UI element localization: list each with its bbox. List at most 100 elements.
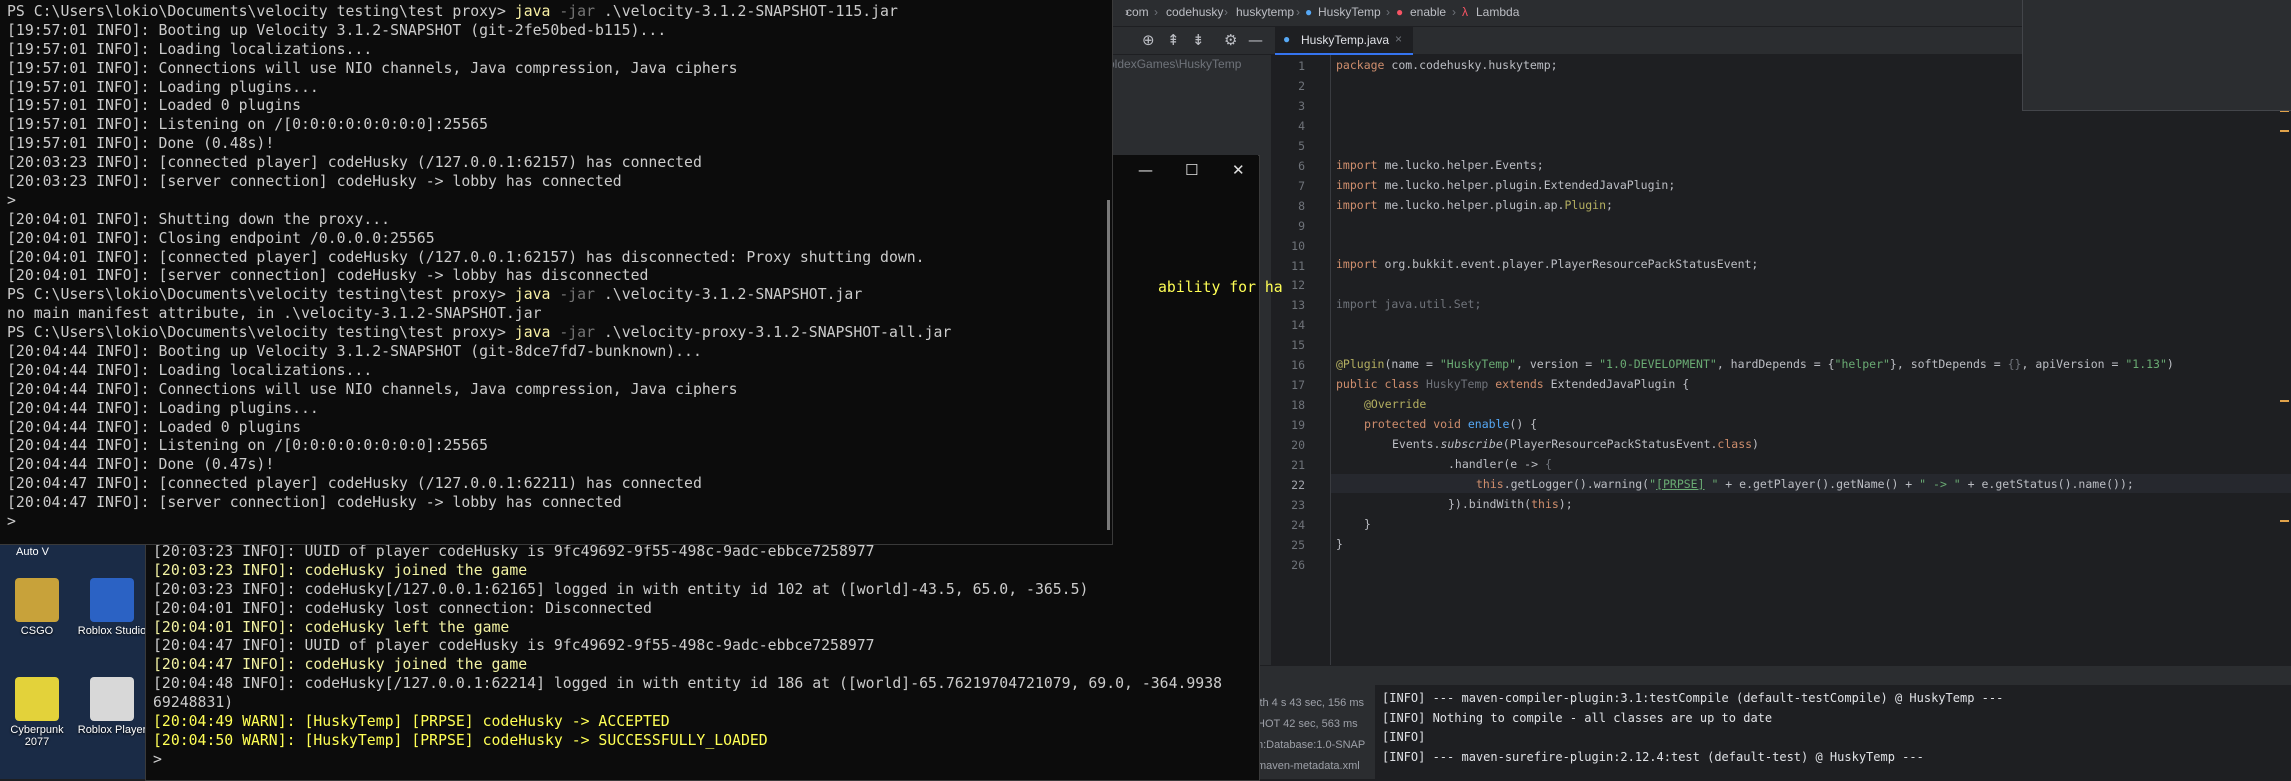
console-line: [20:04:44 INFO]: Loading localizations..… (7, 361, 373, 379)
desktop-icon-roblox-studio[interactable]: Roblox Studio (77, 578, 147, 637)
build-tree-item[interactable]: maven-metadata.xml (1257, 760, 1360, 772)
console-command-line: PS C:\Users\lokio\Documents\velocity tes… (7, 286, 863, 304)
console-line: [20:04:47 INFO]: UUID of player codeHusk… (153, 637, 875, 655)
line-number: 2 (1298, 78, 1305, 93)
code-line-1: package com.codehusky.huskytemp; (1336, 58, 1558, 72)
expand-icon[interactable]: ⇟ (1192, 31, 1205, 49)
console-line: [20:04:44 INFO]: Loaded 0 plugins (7, 418, 301, 436)
java-class-icon: ● (1283, 32, 1291, 46)
desktop-icon-roblox-player[interactable]: Roblox Player (77, 677, 147, 736)
code-line-7: import me.lucko.helper.plugin.ExtendedJa… (1336, 178, 1676, 192)
console-line: [19:57:01 INFO]: Listening on /[0:0:0:0:… (7, 116, 489, 134)
close-icon[interactable]: × (1395, 32, 1402, 46)
class-icon: ● (1305, 5, 1313, 19)
breadcrumb-item-method[interactable]: enable (1410, 5, 1446, 19)
collapse-icon[interactable]: ⇞ (1167, 31, 1180, 49)
breadcrumb-item-com[interactable]: com (1126, 5, 1149, 19)
gear-icon[interactable]: ⚙ (1224, 31, 1237, 49)
console-line: [20:04:44 INFO]: Loading plugins... (7, 399, 319, 417)
console-line: [20:04:47 INFO]: [server connection] cod… (7, 494, 622, 512)
build-tree: ith 4 s 43 sec, 156 ms HOT 42 sec, 563 m… (1255, 685, 1375, 779)
code-line-20: Events.subscribe(PlayerResourcePackStatu… (1392, 437, 1759, 451)
console-command-line: PS C:\Users\lokio\Documents\velocity tes… (7, 324, 952, 342)
ide-popup-panel (2022, 0, 2291, 111)
close-button[interactable]: ✕ (1232, 161, 1245, 179)
console-line: [20:04:01 INFO]: codeHusky lost connecti… (153, 599, 652, 617)
tab-label: HuskyTemp.java (1301, 33, 1390, 47)
desktop-icon-csgo[interactable]: CSGO (2, 578, 72, 637)
console-line: [20:04:01 INFO]: Shutting down the proxy… (7, 210, 391, 228)
target-icon[interactable]: ⊕ (1142, 31, 1155, 49)
line-number: 23 (1291, 497, 1305, 512)
code-line-23: }).bindWith(this); (1448, 497, 1573, 511)
line-number: 15 (1291, 338, 1305, 353)
console-command-line: PS C:\Users\lokio\Documents\velocity tes… (7, 3, 898, 20)
console-warn-line: [20:04:50 WARN]: [HuskyTemp] [PRPSE] cod… (153, 731, 768, 749)
line-number: 22 (1291, 477, 1305, 492)
code-line-11: import org.bukkit.event.player.PlayerRes… (1336, 257, 1759, 271)
line-number: 14 (1291, 318, 1305, 333)
code-line-19: protected void enable() { (1364, 417, 1538, 431)
line-number: 1 (1298, 59, 1305, 73)
console-line: [19:57:01 INFO]: Booting up Velocity 3.1… (7, 21, 667, 39)
server-console-titlebar: — ☐ ✕ (1110, 155, 1258, 189)
lambda-icon: λ (1462, 5, 1468, 19)
proxy-console-output: PS C:\Users\lokio\Documents\velocity tes… (7, 3, 951, 532)
console-line: [20:03:23 INFO]: codeHusky joined the ga… (153, 561, 528, 579)
build-tree-item[interactable]: ith 4 s 43 sec, 156 ms (1257, 697, 1364, 709)
scrollbar[interactable] (1107, 200, 1110, 530)
console-prompt[interactable]: > (153, 751, 1222, 770)
desktop-icon-cyberpunk[interactable]: Cyberpunk 2077 (2, 677, 72, 748)
build-tree-item[interactable]: HOT 42 sec, 563 ms (1257, 718, 1358, 730)
line-number: 6 (1298, 158, 1305, 173)
code-editor[interactable]: package com.codehusky.huskytemp; import … (1336, 55, 2286, 665)
console-line: [20:04:01 INFO]: codeHusky left the game (153, 618, 510, 636)
console-line: [19:57:01 INFO]: Connections will use NI… (7, 59, 738, 77)
breadcrumb-item-class[interactable]: HuskyTemp (1318, 5, 1381, 19)
code-line-17: public class HuskyTemp extends ExtendedJ… (1336, 377, 1690, 391)
minimize-icon[interactable]: — (1248, 31, 1263, 49)
roblox-studio-icon (90, 578, 134, 622)
line-number: 4 (1298, 118, 1305, 133)
console-prompt[interactable]: > (7, 513, 951, 532)
console-line: [20:04:44 INFO]: Done (0.47s)! (7, 456, 275, 474)
code-line-24: } (1364, 517, 1371, 531)
line-number: 19 (1291, 418, 1305, 433)
console-line: [19:57:01 INFO]: Loading localizations..… (7, 40, 373, 58)
console-line: [19:57:01 INFO]: Loaded 0 plugins (7, 97, 301, 115)
minimize-button[interactable]: — (1138, 161, 1153, 179)
build-tree-item[interactable]: n:Database:1.0-SNAP (1257, 739, 1365, 751)
line-number: 7 (1298, 178, 1305, 193)
console-line: [19:57:01 INFO]: Done (0.48s)! (7, 135, 275, 153)
code-line-16: @Plugin(name = "HuskyTemp", version = "1… (1336, 357, 2174, 371)
breadcrumb-sep: › (1154, 5, 1158, 19)
line-number: 24 (1291, 517, 1305, 532)
console-warn-line: [20:04:49 WARN]: [HuskyTemp] [PRPSE] cod… (153, 713, 670, 731)
line-number: 8 (1298, 198, 1305, 213)
console-line: [20:04:01 INFO]: [server connection] cod… (7, 267, 649, 285)
line-number: 21 (1291, 458, 1305, 472)
breadcrumb-item-codehusky[interactable]: codehusky (1166, 5, 1223, 19)
console-line: [20:04:44 INFO]: Booting up Velocity 3.1… (7, 343, 702, 361)
console-prompt: > (7, 191, 16, 209)
line-number: 16 (1291, 358, 1305, 373)
project-path[interactable]: oldexGames\HuskyTemp (1108, 57, 1241, 71)
line-number: 13 (1291, 298, 1305, 313)
maximize-button[interactable]: ☐ (1185, 161, 1198, 179)
console-line: [20:04:47 INFO]: [connected player] code… (7, 475, 702, 493)
build-log-line: [INFO] (1382, 730, 1426, 744)
console-line: [20:04:44 INFO]: Connections will use NI… (7, 380, 738, 398)
breadcrumb-item-huskytemp[interactable]: huskytemp (1236, 5, 1294, 19)
breadcrumb-item-lambda[interactable]: Lambda (1476, 5, 1519, 19)
console-line: [19:57:01 INFO]: Loading plugins... (7, 78, 319, 96)
line-number: 5 (1298, 138, 1305, 153)
line-number-gutter: 1 2 3 4 5 6 7 8 9 10 11 12 13 14 15 16 17 18 19 20 21 22 23 24 2… (1271, 55, 1329, 665)
line-number: 17 (1291, 378, 1305, 393)
server-console-output: [20:03:23 INFO]: UUID of player codeHusk… (153, 543, 1222, 770)
desktop-label-autov[interactable]: Auto V (16, 546, 49, 558)
line-number: 20 (1291, 438, 1305, 453)
console-line: 69248831) (153, 694, 234, 712)
tab-huskytemp-java[interactable]: ● HuskyTemp.java × (1275, 27, 1413, 55)
method-icon: ● (1396, 5, 1404, 19)
console-line: [20:03:23 INFO]: UUID of player codeHusk… (153, 543, 875, 560)
